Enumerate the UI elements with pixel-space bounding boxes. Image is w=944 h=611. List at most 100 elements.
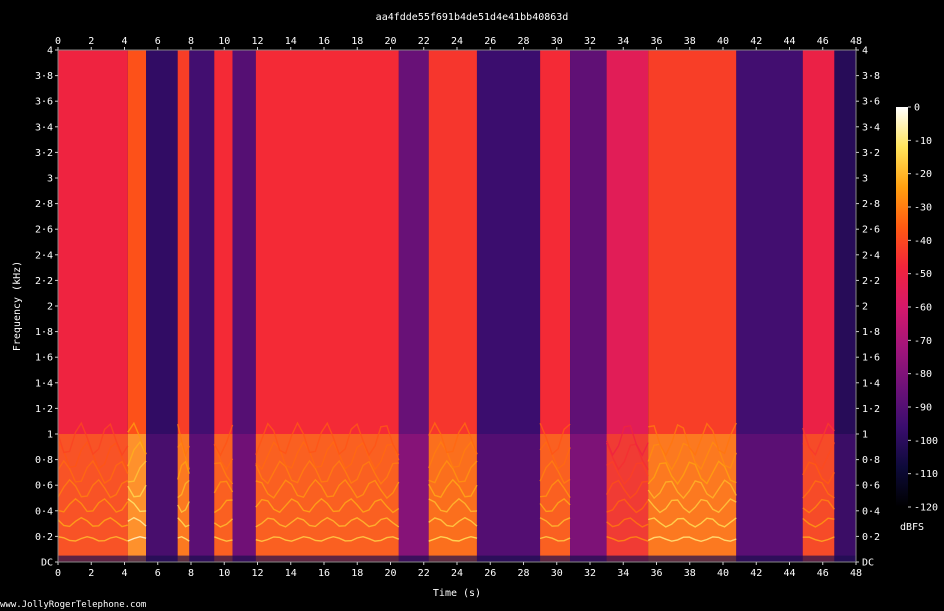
x-tick-top-label: 32 [584,36,596,47]
x-tick-bottom-label: 46 [817,568,829,579]
colorbar-tick-label: -70 [914,336,932,347]
x-tick-top-label: 0 [55,36,61,47]
y-tick-left-label: 0·8 [35,455,53,466]
y-tick-right-label: 3·6 [862,97,880,108]
x-tick-bottom-label: 22 [418,568,430,579]
y-tick-left-label: 0·4 [35,506,53,517]
segment-low-band-6 [232,434,256,562]
x-tick-bottom-label: 38 [684,568,696,579]
colorbar-tick-label: -90 [914,403,932,414]
x-tick-top-label: 24 [451,36,463,47]
y-tick-right-label: 1·6 [862,353,880,364]
x-tick-top-label: 40 [717,36,729,47]
x-tick-bottom-label: 0 [55,568,61,579]
y-tick-right-label: 2 [862,302,868,313]
colorbar-tick-label: -30 [914,203,932,214]
y-tick-left-label: 2 [47,302,53,313]
x-tick-top-label: 8 [188,36,194,47]
colorbar-tick-label: -80 [914,369,932,380]
x-tick-bottom-label: 28 [517,568,529,579]
y-tick-left-label: 1 [47,430,53,441]
y-tick-right-label: 2·6 [862,225,880,236]
x-tick-bottom-label: 34 [617,568,629,579]
y-tick-left-label: 3·4 [35,122,53,133]
x-tick-top-label: 14 [285,36,297,47]
x-tick-top-label: 26 [484,36,496,47]
y-tick-right-label: 4 [862,46,868,57]
x-tick-top-label: 42 [750,36,762,47]
y-tick-left-label: 2·2 [35,276,53,287]
x-tick-top-label: 38 [684,36,696,47]
y-axis-right: DC 0·2 0·4 0·6 0·8 1 1·2 1·4 1·6 1·8 2 2·2 2·4 2·6 2·8… [856,46,880,569]
segment-low-band-8 [398,434,429,562]
y-tick-right-label: 0·4 [862,506,880,517]
y-tick-right-label: 2·4 [862,250,880,261]
y-tick-left-label: 2·4 [35,250,53,261]
footer-credit: www.JollyRogerTelephone.com [0,600,146,610]
y-axis-left: DC 0·2 0·4 0·6 0·8 1 1·2 1·4 1·6 1·8 2 2·2 2·4 2·6 2·8… [35,46,58,569]
y-tick-right-label: DC [862,558,874,569]
y-tick-right-label: 0·2 [862,532,880,543]
colorbar-tick-label: -20 [914,169,932,180]
x-tick-bottom-label: 42 [750,568,762,579]
y-tick-left-label: 2·6 [35,225,53,236]
colorbar-tick-label: 0 [914,103,920,114]
y-tick-left-label: 1·6 [35,353,53,364]
x-tick-top-label: 2 [88,36,94,47]
y-tick-right-label: 1·8 [862,327,880,338]
segment-low-band-1 [127,434,147,562]
x-tick-bottom-label: 4 [121,568,127,579]
x-tick-top-label: 28 [517,36,529,47]
x-tick-top-label: 12 [251,36,263,47]
y-tick-left-label: 2·8 [35,199,53,210]
y-tick-left-label: 1·8 [35,327,53,338]
colorbar-tick-label: -110 [914,469,938,480]
spectral-segments [58,50,856,562]
y-tick-left-label: 1·4 [35,378,53,389]
y-tick-left-label: 1·2 [35,404,53,415]
x-tick-top-label: 36 [650,36,662,47]
x-tick-bottom-label: 6 [155,568,161,579]
y-tick-left-label: 3·8 [35,71,53,82]
y-tick-left-label: 3 [47,174,53,185]
colorbar-tick-label: -50 [914,269,932,280]
y-tick-left-label: 0·2 [35,532,53,543]
y-tick-right-label: 3 [862,174,868,185]
x-tick-bottom-label: 12 [251,568,263,579]
colorbar-label: dBFS [900,522,924,533]
segment-low-band-12 [570,434,607,562]
colorbar-tick-label: -10 [914,136,932,147]
colorbar-gradient [896,107,908,507]
y-tick-right-label: 3·4 [862,122,880,133]
colorbar-tick-label: -60 [914,303,932,314]
x-tick-top-label: 4 [121,36,127,47]
segment-low-band-4 [189,434,215,562]
colorbar-tick-label: -40 [914,236,932,247]
x-tick-top-label: 46 [817,36,829,47]
y-tick-left-label: 3·2 [35,148,53,159]
y-tick-right-label: 1·4 [862,378,880,389]
x-tick-bottom-label: 44 [783,568,795,579]
x-tick-top-label: 10 [218,36,230,47]
x-tick-top-label: 20 [384,36,396,47]
plot-area [57,49,857,563]
x-tick-bottom-label: 20 [384,568,396,579]
x-tick-top-label: 48 [850,36,862,47]
y-tick-right-label: 1·2 [862,404,880,415]
x-axis-top: 0 2 4 6 8 10 12 14 16 18 20 22 24 26 28 30 32 34 36 38 40 42 4… [55,36,862,50]
colorbar-tick-label: -120 [914,503,938,514]
x-tick-bottom-label: 30 [551,568,563,579]
colorbar-tick-label: -100 [914,436,938,447]
x-tick-bottom-label: 32 [584,568,596,579]
dc-floor [58,555,856,562]
colorbar: 0 -10 -20 -30 -40 -50 -60 -70 -80 -90 -100 -110 -120… [896,103,938,533]
segment-low-band-11 [540,434,571,562]
segment-low-band-9 [428,434,477,562]
x-tick-bottom-label: 48 [850,568,862,579]
x-tick-bottom-label: 14 [285,568,297,579]
y-tick-right-label: 3·8 [862,71,880,82]
x-axis-label: Time (s) [433,588,481,599]
x-tick-bottom-label: 10 [218,568,230,579]
y-tick-right-label: 3·2 [862,148,880,159]
x-tick-bottom-label: 8 [188,568,194,579]
